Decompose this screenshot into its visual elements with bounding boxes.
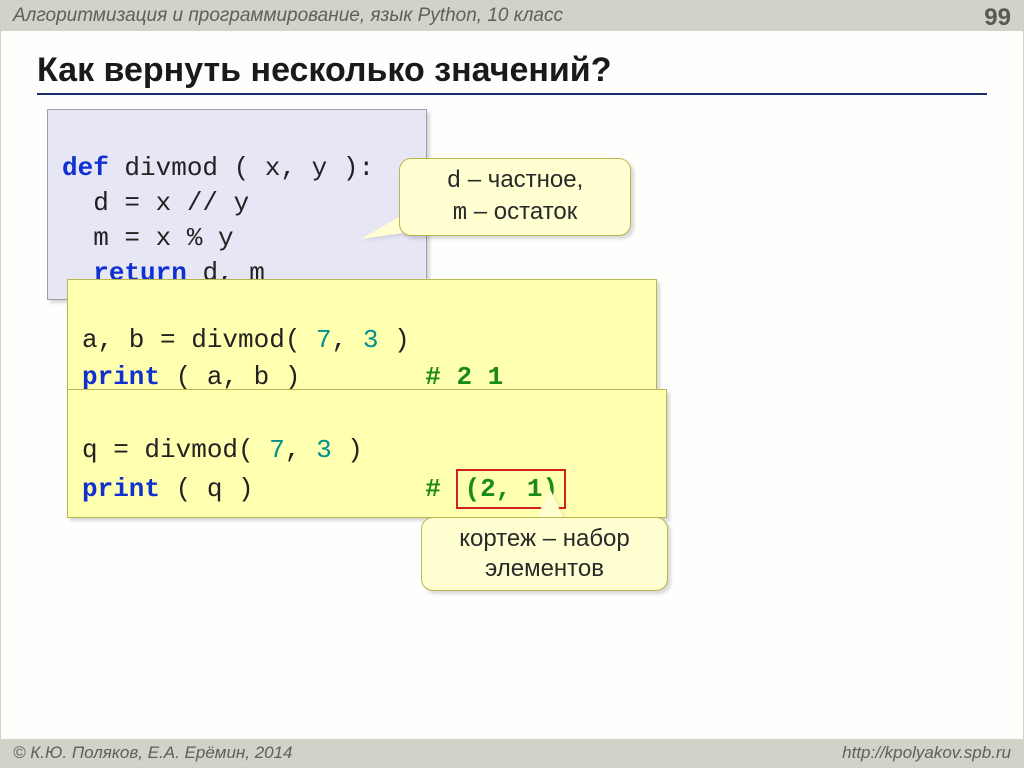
kw-print: print xyxy=(82,362,160,392)
callout-quotient-remainder: d – частное, m – остаток xyxy=(399,158,631,236)
page-number: 99 xyxy=(984,4,1011,32)
footer-copyright: © К.Ю. Поляков, Е.А. Ерёмин, 2014 xyxy=(13,743,293,763)
callout-tuple: кортеж – набор элементов xyxy=(421,517,668,591)
slide-title: Как вернуть несколько значений? xyxy=(37,51,611,90)
footer-url: http://kpolyakov.spb.ru xyxy=(842,743,1011,763)
header-bar: Алгоритмизация и программирование, язык … xyxy=(1,1,1023,31)
code-block-def: def divmod ( x, y ): d = x // y m = x % … xyxy=(47,109,427,300)
kw-print: print xyxy=(82,474,160,504)
comment: # 2 1 xyxy=(425,362,503,392)
kw-def: def xyxy=(62,153,109,183)
header-subject: Алгоритмизация и программирование, язык … xyxy=(13,5,563,27)
code-block-call-tuple: q = divmod( 7, 3 ) print ( q ) # (2, 1) xyxy=(67,389,667,518)
footer-bar: © К.Ю. Поляков, Е.А. Ерёмин, 2014 http:/… xyxy=(1,739,1023,767)
callout-tail xyxy=(536,489,564,519)
code-block-call-unpack: a, b = divmod( 7, 3 ) print ( a, b ) # 2… xyxy=(67,279,657,404)
title-underline xyxy=(37,93,987,95)
